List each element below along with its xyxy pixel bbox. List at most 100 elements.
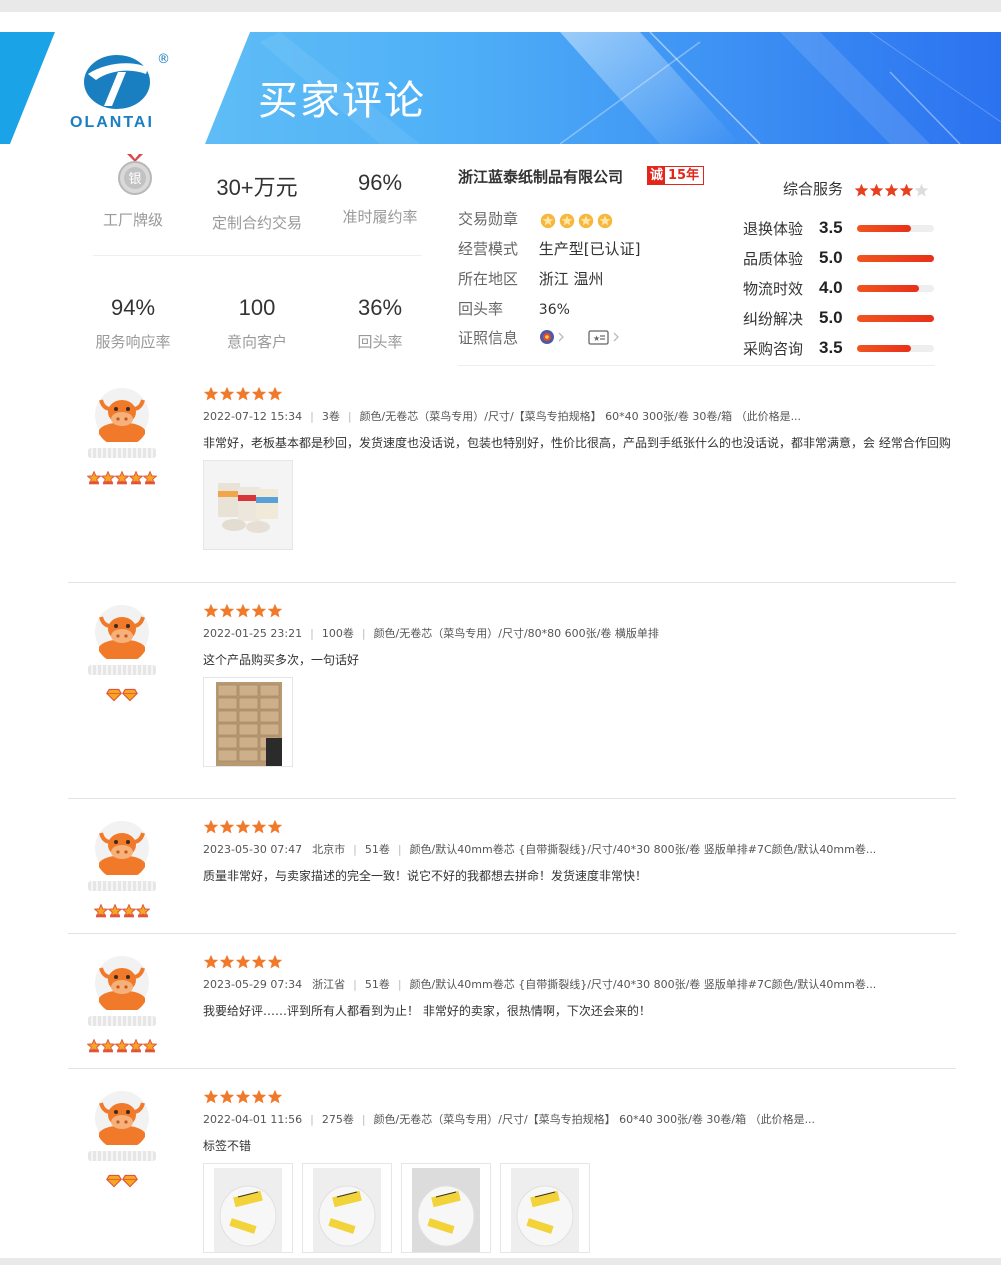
labels-rolls-photo[interactable] [203,460,293,550]
company-divider [458,365,935,366]
score-value: 5.0 [819,308,843,327]
page: ® OLANTAI 买家评论 银 工厂牌级 30+万元 定制合约交易 96% 准… [0,12,1001,1258]
bag-photo-1[interactable] [203,1163,293,1253]
bag-photo-2[interactable] [302,1163,392,1253]
stat-value: 96% [357,170,403,195]
trade-medal-icon [539,210,558,228]
review-divider [68,798,956,799]
boxes-photo[interactable] [203,677,293,767]
review-quantity: 51卷 [364,978,390,991]
info-key: 证照信息 [458,329,519,347]
silver-medal-icon: 银 [116,154,154,200]
diamond-level-icon [106,684,122,703]
info-row-business-model: 经营模式 生产型[已认证] [458,238,641,259]
avatar-icon[interactable] [95,605,149,664]
overall-service-label: 综合服务 [783,178,929,199]
review-spec: 颜色/无卷芯（菜鸟专用）/尺寸/80*80 600张/卷 横版单排 [373,627,659,640]
certificate-card-icon[interactable]: ★ [587,329,622,349]
info-value: 生产型[已认证] [538,240,641,258]
meta-separator: | [353,843,357,856]
crown-level-icon [100,467,116,486]
stats-divider [93,255,421,256]
info-row-repeat-rate: 回头率 36% [458,298,570,319]
score-dispute-resolution: 纠纷解决 5.0 [743,308,943,330]
review-quantity: 275卷 [321,1113,354,1126]
review-stars [203,951,283,970]
star-empty-icon [914,181,929,199]
info-key: 回头率 [458,300,504,318]
bag-photo-3[interactable] [401,1163,491,1253]
star-filled-icon [219,1086,235,1105]
review-item: 2023-05-29 07:34 浙江省 | 51卷 | 颜色/默认40mm卷芯 {自带撕… [0,949,1001,1059]
info-row-medals: 交易勋章 [458,208,615,229]
star-filled-icon [235,383,251,402]
review-date: 2023-05-29 07:34 [203,978,303,991]
avatar-icon[interactable] [95,821,149,880]
score-bar-fill [857,345,911,352]
avatar-icon[interactable] [95,388,149,447]
star-filled-icon [869,181,884,199]
score-bar [857,285,934,292]
diamond-level-icon [106,1170,122,1189]
info-key: 经营模式 [458,240,519,258]
stat-label: 回头率 [357,333,403,351]
crown-level-icon [114,1035,130,1054]
brand-name: OLANTAI [70,114,154,131]
star-filled-icon [235,951,251,970]
crown-level-icon [114,467,130,486]
score-value: 5.0 [819,248,843,267]
review-content: 这个产品购买多次，一句话好 [203,653,360,667]
score-label: 物流时效 [743,280,804,298]
stat-value: 94% [110,295,156,320]
info-value: 浙江 温州 [538,270,604,288]
review-item: 2022-01-25 23:21 | 100卷 | 颜色/无卷芯（菜鸟专用）/尺寸/80… [0,598,1001,778]
info-value: 36% [538,302,570,318]
stat-value: 30+万元 [216,175,298,200]
review-location: 浙江省 [312,978,346,991]
reviewer-name-masked [88,448,156,458]
factory-level-label: 工厂牌级 [102,211,163,229]
score-bar [857,345,934,352]
crown-level-icon [135,900,151,919]
years-badge: 诚 15年 [647,166,705,185]
stat-label: 定制合约交易 [211,214,302,232]
review-divider [68,1068,956,1069]
review-quantity: 3卷 [321,410,340,423]
review-stars [203,383,283,402]
company-name[interactable]: 浙江蓝泰纸制品有限公司 [458,166,623,187]
avatar-icon[interactable] [95,1091,149,1150]
score-bar-fill [857,225,911,232]
review-meta: 2022-01-25 23:21 | 100卷 | 颜色/无卷芯（菜鸟专用）/尺寸/80… [203,625,659,641]
score-label: 纠纷解决 [743,310,804,328]
review-content: 标签不错 [203,1139,252,1153]
star-filled-icon [267,383,283,402]
score-value: 3.5 [819,338,843,357]
crown-level-icon [121,900,137,919]
star-filled-icon [235,816,251,835]
meta-separator: | [310,1113,314,1126]
score-label: 品质体验 [743,250,804,268]
buyer-level-badges [0,1035,244,1054]
license-badge-icon[interactable] [539,329,567,349]
crown-level-icon [128,1035,144,1054]
review-stars [203,1086,283,1105]
score-purchase-consult: 采购咨询 3.5 [743,338,943,360]
svg-text:银: 银 [128,172,141,187]
review-divider [68,933,956,934]
stat-label: 服务响应率 [95,333,171,351]
star-filled-icon [267,816,283,835]
bag-photo-4[interactable] [500,1163,590,1253]
star-filled-icon [203,951,219,970]
review-quantity: 100卷 [321,627,354,640]
review-content: 非常好，老板基本都是秒回，发货速度也没话说，包装也特别好，性价比很高，产品到手纸… [203,436,951,450]
score-label: 退换体验 [743,220,804,238]
overall-service-text: 综合服务 [783,180,844,198]
review-item: 2022-04-01 11:56 | 275卷 | 颜色/无卷芯（菜鸟专用）/尺寸/【菜… [0,1084,1001,1258]
score-value: 4.0 [819,278,843,297]
star-filled-icon [854,181,869,199]
avatar-icon[interactable] [95,956,149,1015]
star-filled-icon [235,600,251,619]
review-content: 质量非常好，与卖家描述的完全一致！说它不好的我都想去拼命！发货速度非常快！ [203,869,648,883]
diamond-level-icon [122,684,138,703]
star-filled-icon [219,383,235,402]
